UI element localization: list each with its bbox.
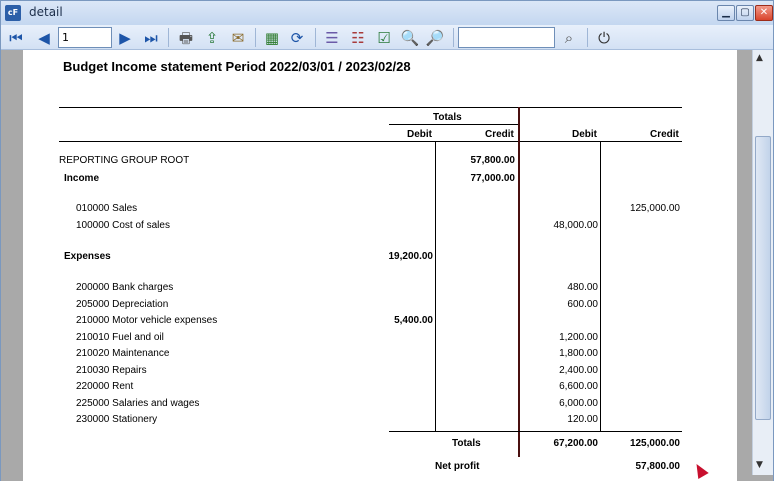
totals-top-rule: [389, 431, 682, 432]
page-number-input[interactable]: [58, 27, 112, 48]
window-title: detail: [29, 5, 63, 19]
toolbar-separator: [168, 28, 169, 47]
power-icon[interactable]: ⏻: [594, 28, 614, 48]
document-area: Budget Income statement Period 2022/03/0…: [1, 50, 773, 481]
row-debit2-value: 48,000.00: [553, 220, 599, 231]
row-debit2-value: 600.00: [567, 299, 598, 310]
row-label: 200000 Bank charges: [76, 282, 174, 293]
row-label: Expenses: [64, 251, 111, 262]
row-debit1-value: 19,200.00: [388, 251, 434, 262]
row-label: 210000 Motor vehicle expenses: [76, 315, 218, 326]
vertical-scrollbar[interactable]: ▲ ▼: [752, 50, 773, 475]
refresh-icon[interactable]: ⟳: [287, 28, 307, 48]
maximize-button[interactable]: ▢: [736, 5, 754, 21]
row-credit1-value: 57,800.00: [470, 155, 516, 166]
row-label: 210020 Maintenance: [76, 348, 170, 359]
report-page: Budget Income statement Period 2022/03/0…: [23, 50, 737, 481]
scroll-down-icon[interactable]: ▼: [756, 460, 763, 470]
group-tree-icon[interactable]: ☰: [322, 28, 342, 48]
row-debit2-value: 2,400.00: [559, 365, 598, 376]
group-remove-icon[interactable]: ☷: [348, 28, 368, 48]
title-bar[interactable]: cF detail ▁ ▢ ✕: [1, 1, 773, 25]
header-bottom-rule: [59, 141, 682, 142]
search-icon[interactable]: ⌕: [559, 28, 579, 48]
credit-header-2: Credit: [650, 129, 679, 140]
totals-debit: 67,200.00: [553, 438, 599, 449]
app-icon: cF: [5, 5, 21, 21]
row-label: 225000 Salaries and wages: [76, 398, 200, 409]
report-title: Budget Income statement Period 2022/03/0…: [63, 59, 411, 74]
email-icon[interactable]: ✉: [228, 28, 248, 48]
row-label: 210010 Fuel and oil: [76, 332, 164, 343]
net-profit-value: 57,800.00: [635, 461, 681, 472]
totals-label: Totals: [452, 438, 481, 449]
header-top-rule: [59, 107, 682, 108]
last-page-icon[interactable]: ⏭: [141, 28, 161, 48]
row-credit1-value: 77,000.00: [470, 173, 516, 184]
row-label: Income: [64, 173, 100, 184]
export-icon[interactable]: ⇪: [202, 28, 222, 48]
print-icon[interactable]: 🖶: [176, 28, 196, 48]
row-credit2-value: 125,000.00: [629, 203, 680, 214]
close-button[interactable]: ✕: [755, 5, 773, 21]
totals-credit: 125,000.00: [629, 438, 680, 449]
net-profit-label: Net profit: [435, 461, 480, 472]
row-debit1-value: 5,400.00: [394, 315, 433, 326]
toolbar-separator: [453, 28, 454, 47]
debit-header-2: Debit: [572, 129, 597, 140]
row-label: 010000 Sales: [76, 203, 138, 214]
debit-header-1: Debit: [407, 129, 432, 140]
toolbar: ⏮ ◀ ▶ ⏭ 🖶 ⇪ ✉ ▦ ⟳ ☰ ☷ ☑ 🔍 🔎 ⌕ ⏻: [1, 25, 773, 50]
column-divider: [435, 141, 436, 431]
totals-rule: [389, 124, 519, 125]
row-label: 210030 Repairs: [76, 365, 147, 376]
toolbar-separator: [255, 28, 256, 47]
row-label: 220000 Rent: [76, 381, 134, 392]
group-check-icon[interactable]: ☑: [374, 28, 394, 48]
row-label: 230000 Stationery: [76, 414, 158, 425]
zoom-out-icon[interactable]: 🔍: [400, 28, 420, 48]
totals-header: Totals: [433, 112, 462, 123]
row-label: 100000 Cost of sales: [76, 220, 170, 231]
next-page-icon[interactable]: ▶: [115, 28, 135, 48]
row-debit2-value: 480.00: [567, 282, 598, 293]
row-debit2-value: 1,800.00: [559, 348, 598, 359]
search-input[interactable]: [458, 27, 555, 48]
minimize-button[interactable]: ▁: [717, 5, 735, 21]
prev-page-icon[interactable]: ◀: [34, 28, 54, 48]
scroll-up-icon[interactable]: ▲: [756, 53, 763, 63]
row-label: 205000 Depreciation: [76, 299, 169, 310]
zoom-in-icon[interactable]: 🔎: [425, 28, 445, 48]
row-debit2-value: 120.00: [567, 414, 598, 425]
row-label: REPORTING GROUP ROOT: [59, 155, 190, 166]
toolbar-separator: [587, 28, 588, 47]
row-debit2-value: 6,000.00: [559, 398, 598, 409]
credit-header-1: Credit: [485, 129, 514, 140]
row-debit2-value: 6,600.00: [559, 381, 598, 392]
report-window: cF detail ▁ ▢ ✕ ⏮ ◀ ▶ ⏭ 🖶 ⇪ ✉ ▦ ⟳ ☰ ☷ ☑ …: [0, 0, 774, 481]
column-divider: [600, 141, 601, 431]
scroll-thumb[interactable]: [755, 136, 771, 420]
first-page-icon[interactable]: ⏮: [6, 28, 26, 48]
row-debit2-value: 1,200.00: [559, 332, 598, 343]
toolbar-separator: [315, 28, 316, 47]
excel-icon[interactable]: ▦: [262, 28, 282, 48]
